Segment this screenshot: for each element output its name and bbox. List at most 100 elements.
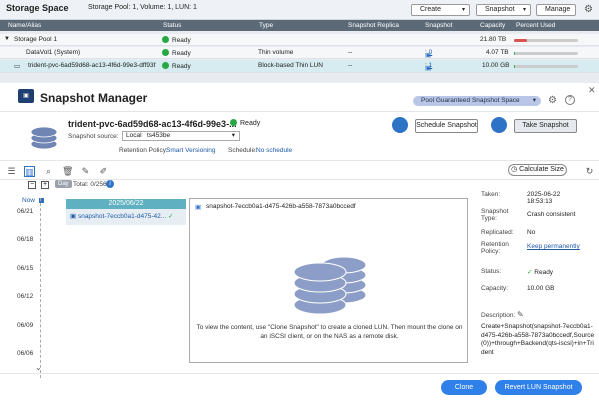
chevron-down-icon: ▾	[532, 97, 536, 104]
row-capacity: 21.80 TB	[480, 36, 507, 43]
help-icon[interactable]: ?	[565, 95, 575, 105]
prop-key: Status:	[481, 268, 502, 275]
take-snapshot-button[interactable]: Take Snapshot	[514, 119, 577, 133]
preview-snapshot-name: snapshot-7eccb0a1-d475-426b-a558-7873a0b…	[206, 203, 356, 210]
chevron-down-icon: ▾	[231, 132, 235, 139]
table-row[interactable]: DataVol1 (System) Ready Thin volume -- ▣…	[0, 47, 599, 59]
snapshot-preview-panel: ▣ snapshot-7eccb0a1-d475-426b-a558-7873a…	[189, 198, 468, 363]
table-row[interactable]: ▼ Storage Pool 1 Ready 21.80 TB	[0, 34, 599, 46]
timeline-date: 06/12	[17, 293, 34, 300]
timeline-axis	[40, 198, 41, 378]
col-capacity[interactable]: Capacity	[480, 22, 505, 29]
snapshot-dropdown-button[interactable]: Snapshot ▾	[476, 4, 531, 16]
chevron-down-icon: ▾	[522, 7, 526, 13]
now-label: Now	[22, 197, 36, 204]
col-snapshot[interactable]: Snapshot	[425, 22, 452, 29]
col-status[interactable]: Status	[163, 22, 181, 29]
retention-label: Retention Policy:	[119, 147, 168, 154]
manage-button[interactable]: Manage	[536, 4, 576, 16]
schedule-label: Schedule:	[228, 147, 257, 154]
prop-key: Taken:	[481, 191, 501, 198]
edit-icon[interactable]: ✐	[98, 166, 109, 177]
snapshot-manager-dialog: ▣ Snapshot Manager Pool Guaranteed Snaps…	[0, 83, 599, 400]
expand-icon[interactable]: ▼	[4, 36, 10, 42]
col-percent[interactable]: Percent Used	[516, 22, 555, 29]
revert-lun-snapshot-button[interactable]: Revert LUN Snapshot	[495, 380, 582, 395]
close-icon[interactable]: ✕	[588, 85, 596, 96]
zoom-level-badge: Day	[55, 180, 72, 188]
dialog-title: Snapshot Manager	[40, 91, 148, 105]
storage-table-header: Name/Alias Status Type Snapshot Replica …	[0, 20, 599, 31]
prop-status: ✓ Ready	[527, 269, 554, 276]
chevron-down-icon[interactable]: ⌄	[35, 363, 42, 372]
info-icon[interactable]: i	[106, 180, 114, 188]
search-icon[interactable]: ⌕	[43, 166, 54, 177]
snapshot-icon: ▣	[195, 204, 202, 211]
ready-icon	[162, 49, 169, 56]
zoom-in-icon[interactable]: +	[41, 181, 49, 189]
row-snapshot[interactable]: ▣ : 1	[425, 62, 432, 72]
timeline-view-icon[interactable]: ▥	[24, 166, 35, 177]
create-dropdown-button[interactable]: Create ▾	[411, 4, 470, 16]
delete-icon[interactable]: 🗑	[62, 166, 73, 177]
refresh-icon[interactable]: ↻	[584, 166, 595, 177]
ready-icon	[162, 36, 169, 43]
list-view-icon[interactable]: ☰	[6, 166, 17, 177]
timeline-date: 06/06	[17, 350, 34, 357]
row-snapshot[interactable]: ▣ : 0	[425, 49, 432, 59]
gear-icon[interactable]: ⚙	[548, 95, 557, 106]
timeline-date: 06/18	[17, 236, 34, 243]
note-icon[interactable]: ✎	[80, 166, 91, 177]
ready-icon	[230, 119, 237, 126]
col-type[interactable]: Type	[259, 22, 273, 29]
pool-snapshot-space-dropdown[interactable]: Pool Guaranteed Snapshot Space ▾	[413, 96, 541, 106]
settings-gear-icon[interactable]: ⚙	[584, 4, 593, 15]
prop-retention-link[interactable]: Keep permanently	[527, 243, 597, 250]
prop-type: Crash consistent	[527, 211, 576, 218]
chevron-down-icon: ▾	[461, 7, 465, 13]
retention-value[interactable]: Smart Versioning	[166, 147, 216, 154]
calculate-size-button[interactable]: ◷ Calculate Size	[508, 164, 567, 176]
snapshot-toolbar: ☰ ▥ ⌕ 🗑 ✎ ✐ ◷ Calculate Size ↻	[0, 163, 599, 180]
lun-stack-icon	[30, 124, 58, 150]
day-group: 2025/06/22 ▣ snapshot-7eccb0a1-d475-42..…	[66, 199, 186, 225]
check-icon: ✓	[167, 213, 174, 220]
row-replica: --	[348, 49, 353, 56]
schedule-value[interactable]: No schedule	[256, 147, 292, 154]
snapshot-icon: ▣	[425, 65, 432, 72]
row-capacity: 4.07 TB	[486, 49, 509, 56]
snapshot-list-item[interactable]: ▣ snapshot-7eccb0a1-d475-42... ✓	[70, 212, 173, 220]
dialog-footer: Clone Revert LUN Snapshot	[0, 373, 599, 400]
storage-summary: Storage Pool: 1, Volume: 1, LUN: 1	[88, 4, 197, 11]
snapshot-icon: ▣	[425, 52, 432, 59]
row-status: Ready	[162, 62, 191, 70]
lun-status: Ready	[230, 119, 260, 127]
row-name: DataVol1 (System)	[26, 49, 81, 56]
edit-description-icon[interactable]: ✎	[517, 310, 524, 319]
timeline-date: 06/09	[17, 322, 34, 329]
row-status: Ready	[162, 49, 191, 57]
row-type: Block-based Thin LUN	[258, 62, 323, 69]
prop-key: Snapshot Type:	[481, 208, 509, 222]
col-replica[interactable]: Snapshot Replica	[348, 22, 399, 29]
clone-button[interactable]: Clone	[441, 380, 487, 395]
schedule-snapshot-button[interactable]: Schedule Snapshot	[415, 119, 478, 133]
take-snapshot-icon	[491, 117, 507, 133]
row-type: Thin volume	[258, 49, 294, 56]
timeline-date: 06/21	[17, 208, 34, 215]
col-name[interactable]: Name/Alias	[8, 22, 41, 29]
prop-capacity: 10.00 GB	[527, 285, 555, 292]
dialog-header: ▣ Snapshot Manager Pool Guaranteed Snaps…	[0, 83, 599, 111]
usage-bar	[514, 65, 578, 68]
snapshot-description: Create+Snapshot(snapshot-7eccb0a1-d475-4…	[481, 323, 595, 356]
snapshot-source-select[interactable]: Local ts453be ▾	[122, 131, 240, 141]
table-row-selected[interactable]: ▭ trident-pvc-6ad59d68-ac13-4f6d-99e3-df…	[0, 60, 599, 73]
zoom-out-icon[interactable]: −	[28, 181, 36, 189]
day-header: 2025/06/22	[66, 199, 186, 209]
prop-taken: 2025-06-22 18:53:13	[527, 191, 561, 205]
ready-icon	[162, 62, 169, 69]
page-title: Storage Space	[6, 3, 69, 13]
lun-icon: ▭	[14, 63, 21, 70]
row-name: Storage Pool 1	[14, 36, 58, 43]
lun-illustration-icon	[290, 253, 370, 315]
